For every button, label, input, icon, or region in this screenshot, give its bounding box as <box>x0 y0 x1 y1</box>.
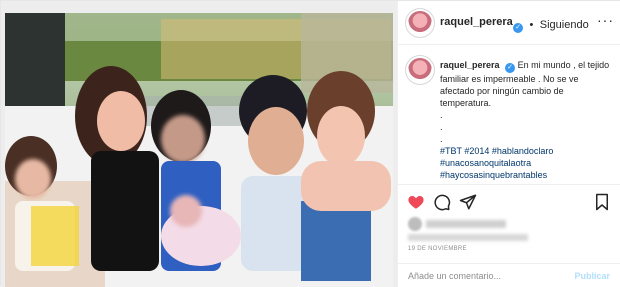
username-link[interactable]: raquel_perera <box>440 16 513 28</box>
likes-summary-blurred <box>408 217 588 241</box>
post-caption: raquel_perera ✓ En mi mundo , el tejido … <box>398 45 620 185</box>
post-sidebar: raquel_perera ✓ • Siguiendo ··· raquel_p… <box>397 1 620 287</box>
post-header: raquel_perera ✓ • Siguiendo ··· <box>398 1 620 45</box>
more-options-icon[interactable]: ··· <box>597 12 614 28</box>
heart-icon[interactable] <box>407 193 425 211</box>
likes-text-blurred <box>426 220 506 228</box>
comment-input[interactable]: Añade un comentario... <box>408 271 501 281</box>
hashtag-list: #TBT #2014 #hablandoclaro #unacosanoquit… <box>440 145 610 181</box>
send-icon[interactable] <box>459 193 477 211</box>
caption-dot-2: . <box>440 122 443 132</box>
likes-count-blurred <box>408 234 528 241</box>
post-date: 19 DE NOVIEMBRE <box>408 246 467 252</box>
caption-verified-icon: ✓ <box>505 63 516 73</box>
avatar[interactable] <box>408 11 432 35</box>
hashtag-line[interactable]: #unacosanoquitalaotra <box>440 157 610 169</box>
liker-avatar <box>408 217 422 231</box>
separator-dot: • <box>529 19 534 31</box>
caption-dot-3: . <box>440 134 443 144</box>
action-bar <box>398 187 620 217</box>
comment-bar: Añade un comentario... Publicar <box>398 263 620 287</box>
comment-icon[interactable] <box>433 193 451 211</box>
publish-button[interactable]: Publicar <box>574 271 610 281</box>
bookmark-icon[interactable] <box>594 193 610 211</box>
family-photo-illustration <box>1 1 397 287</box>
caption-avatar[interactable] <box>408 58 432 82</box>
caption-username[interactable]: raquel_perera <box>440 60 500 70</box>
caption-dot-1: . <box>440 110 443 120</box>
hashtag-line[interactable]: #haycosasinquebrantables <box>440 169 610 181</box>
hashtag-line[interactable]: #TBT #2014 #hablandoclaro <box>440 145 610 157</box>
caption-text: raquel_perera ✓ En mi mundo , el tejido … <box>440 59 610 181</box>
verified-badge-icon: ✓ <box>513 23 523 33</box>
following-button[interactable]: Siguiendo <box>540 19 589 31</box>
post-photo[interactable] <box>1 1 397 287</box>
instagram-post-modal: raquel_perera ✓ • Siguiendo ··· raquel_p… <box>0 0 620 287</box>
